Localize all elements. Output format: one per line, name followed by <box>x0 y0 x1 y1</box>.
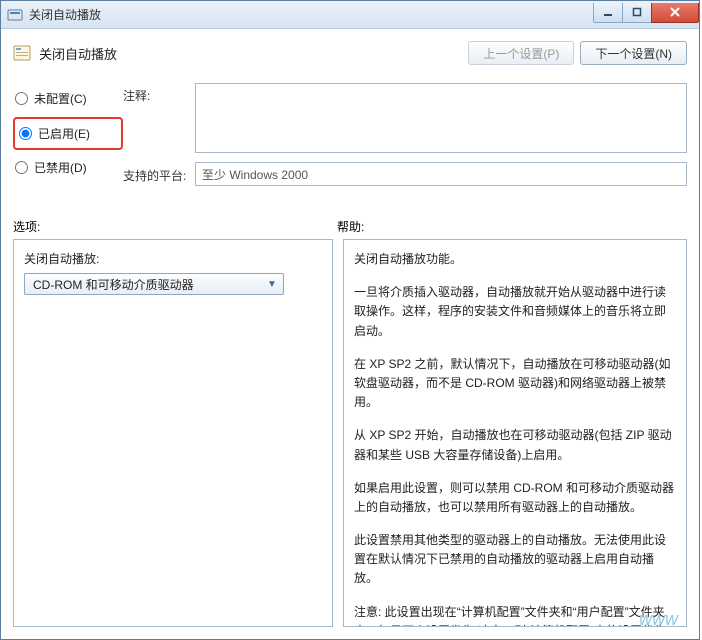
platform-label: 支持的平台: <box>123 149 195 184</box>
comment-label: 注释: <box>123 87 195 149</box>
help-pane: 关闭自动播放功能。 一旦将介质插入驱动器，自动播放就开始从驱动器中进行读取操作。… <box>343 239 687 627</box>
help-paragraph: 如果启用此设置，则可以禁用 CD-ROM 和可移动介质驱动器上的自动播放，也可以… <box>354 479 676 517</box>
select-value: CD-ROM 和可移动介质驱动器 <box>33 276 194 293</box>
radio-enabled-input[interactable] <box>19 127 32 140</box>
window: 关闭自动播放 关闭自动播放 <box>0 0 700 640</box>
platform-value: 至少 Windows 2000 <box>195 162 687 186</box>
help-paragraph: 从 XP SP2 开始，自动播放也在可移动驱动器(包括 ZIP 驱动器和某些 U… <box>354 426 676 464</box>
previous-setting-button[interactable]: 上一个设置(P) <box>468 41 574 65</box>
radio-disabled-input[interactable] <box>15 161 28 174</box>
help-label: 帮助: <box>333 218 687 235</box>
app-icon <box>7 7 23 23</box>
state-radios: 未配置(C) 已启用(E) 已禁用(D) <box>13 83 123 186</box>
chevron-down-icon: ▼ <box>265 279 279 290</box>
panes: 关闭自动播放: CD-ROM 和可移动介质驱动器 ▼ 关闭自动播放功能。 一旦将… <box>13 239 687 627</box>
section-labels: 选项: 帮助: <box>13 218 687 235</box>
field-values: 至少 Windows 2000 <box>195 83 687 186</box>
header-row: 关闭自动播放 上一个设置(P) 下一个设置(N) <box>13 37 687 79</box>
help-paragraph: 注意: 此设置出现在“计算机配置”文件夹和“用户配置”文件夹中。如果两个设置发生… <box>354 603 676 627</box>
field-labels: 注释: 支持的平台: <box>123 83 195 186</box>
radio-not-configured-label: 未配置(C) <box>34 90 87 107</box>
help-paragraph: 在 XP SP2 之前，默认情况下，自动播放在可移动驱动器(如软盘驱动器，而不是… <box>354 355 676 413</box>
window-title: 关闭自动播放 <box>29 6 594 23</box>
radio-enabled[interactable]: 已启用(E) <box>13 117 123 150</box>
radio-disabled-label: 已禁用(D) <box>34 159 87 176</box>
radio-enabled-label: 已启用(E) <box>38 125 90 142</box>
maximize-button[interactable] <box>622 3 652 23</box>
option-group-label: 关闭自动播放: <box>24 250 322 267</box>
comment-input[interactable] <box>195 83 687 153</box>
close-button[interactable] <box>651 3 699 23</box>
policy-icon <box>13 44 31 62</box>
options-label: 选项: <box>13 218 333 235</box>
page-title: 关闭自动播放 <box>39 44 468 63</box>
content: 关闭自动播放 上一个设置(P) 下一个设置(N) 未配置(C) 已启用(E) 已… <box>1 29 699 639</box>
help-paragraph: 一旦将介质插入驱动器，自动播放就开始从驱动器中进行读取操作。这样，程序的安装文件… <box>354 283 676 341</box>
minimize-button[interactable] <box>593 3 623 23</box>
titlebar: 关闭自动播放 <box>1 1 699 29</box>
help-paragraph: 关闭自动播放功能。 <box>354 250 676 269</box>
window-buttons <box>594 3 699 23</box>
config-row: 未配置(C) 已启用(E) 已禁用(D) 注释: 支持的平台: 至少 Windo… <box>13 79 687 194</box>
radio-not-configured[interactable]: 未配置(C) <box>13 87 123 115</box>
radio-not-configured-input[interactable] <box>15 92 28 105</box>
radio-disabled[interactable]: 已禁用(D) <box>13 156 123 184</box>
autoplay-off-select[interactable]: CD-ROM 和可移动介质驱动器 ▼ <box>24 273 284 295</box>
next-setting-button[interactable]: 下一个设置(N) <box>580 41 687 65</box>
help-paragraph: 此设置禁用其他类型的驱动器上的自动播放。无法使用此设置在默认情况下已禁用的自动播… <box>354 531 676 589</box>
options-pane: 关闭自动播放: CD-ROM 和可移动介质驱动器 ▼ <box>13 239 333 627</box>
